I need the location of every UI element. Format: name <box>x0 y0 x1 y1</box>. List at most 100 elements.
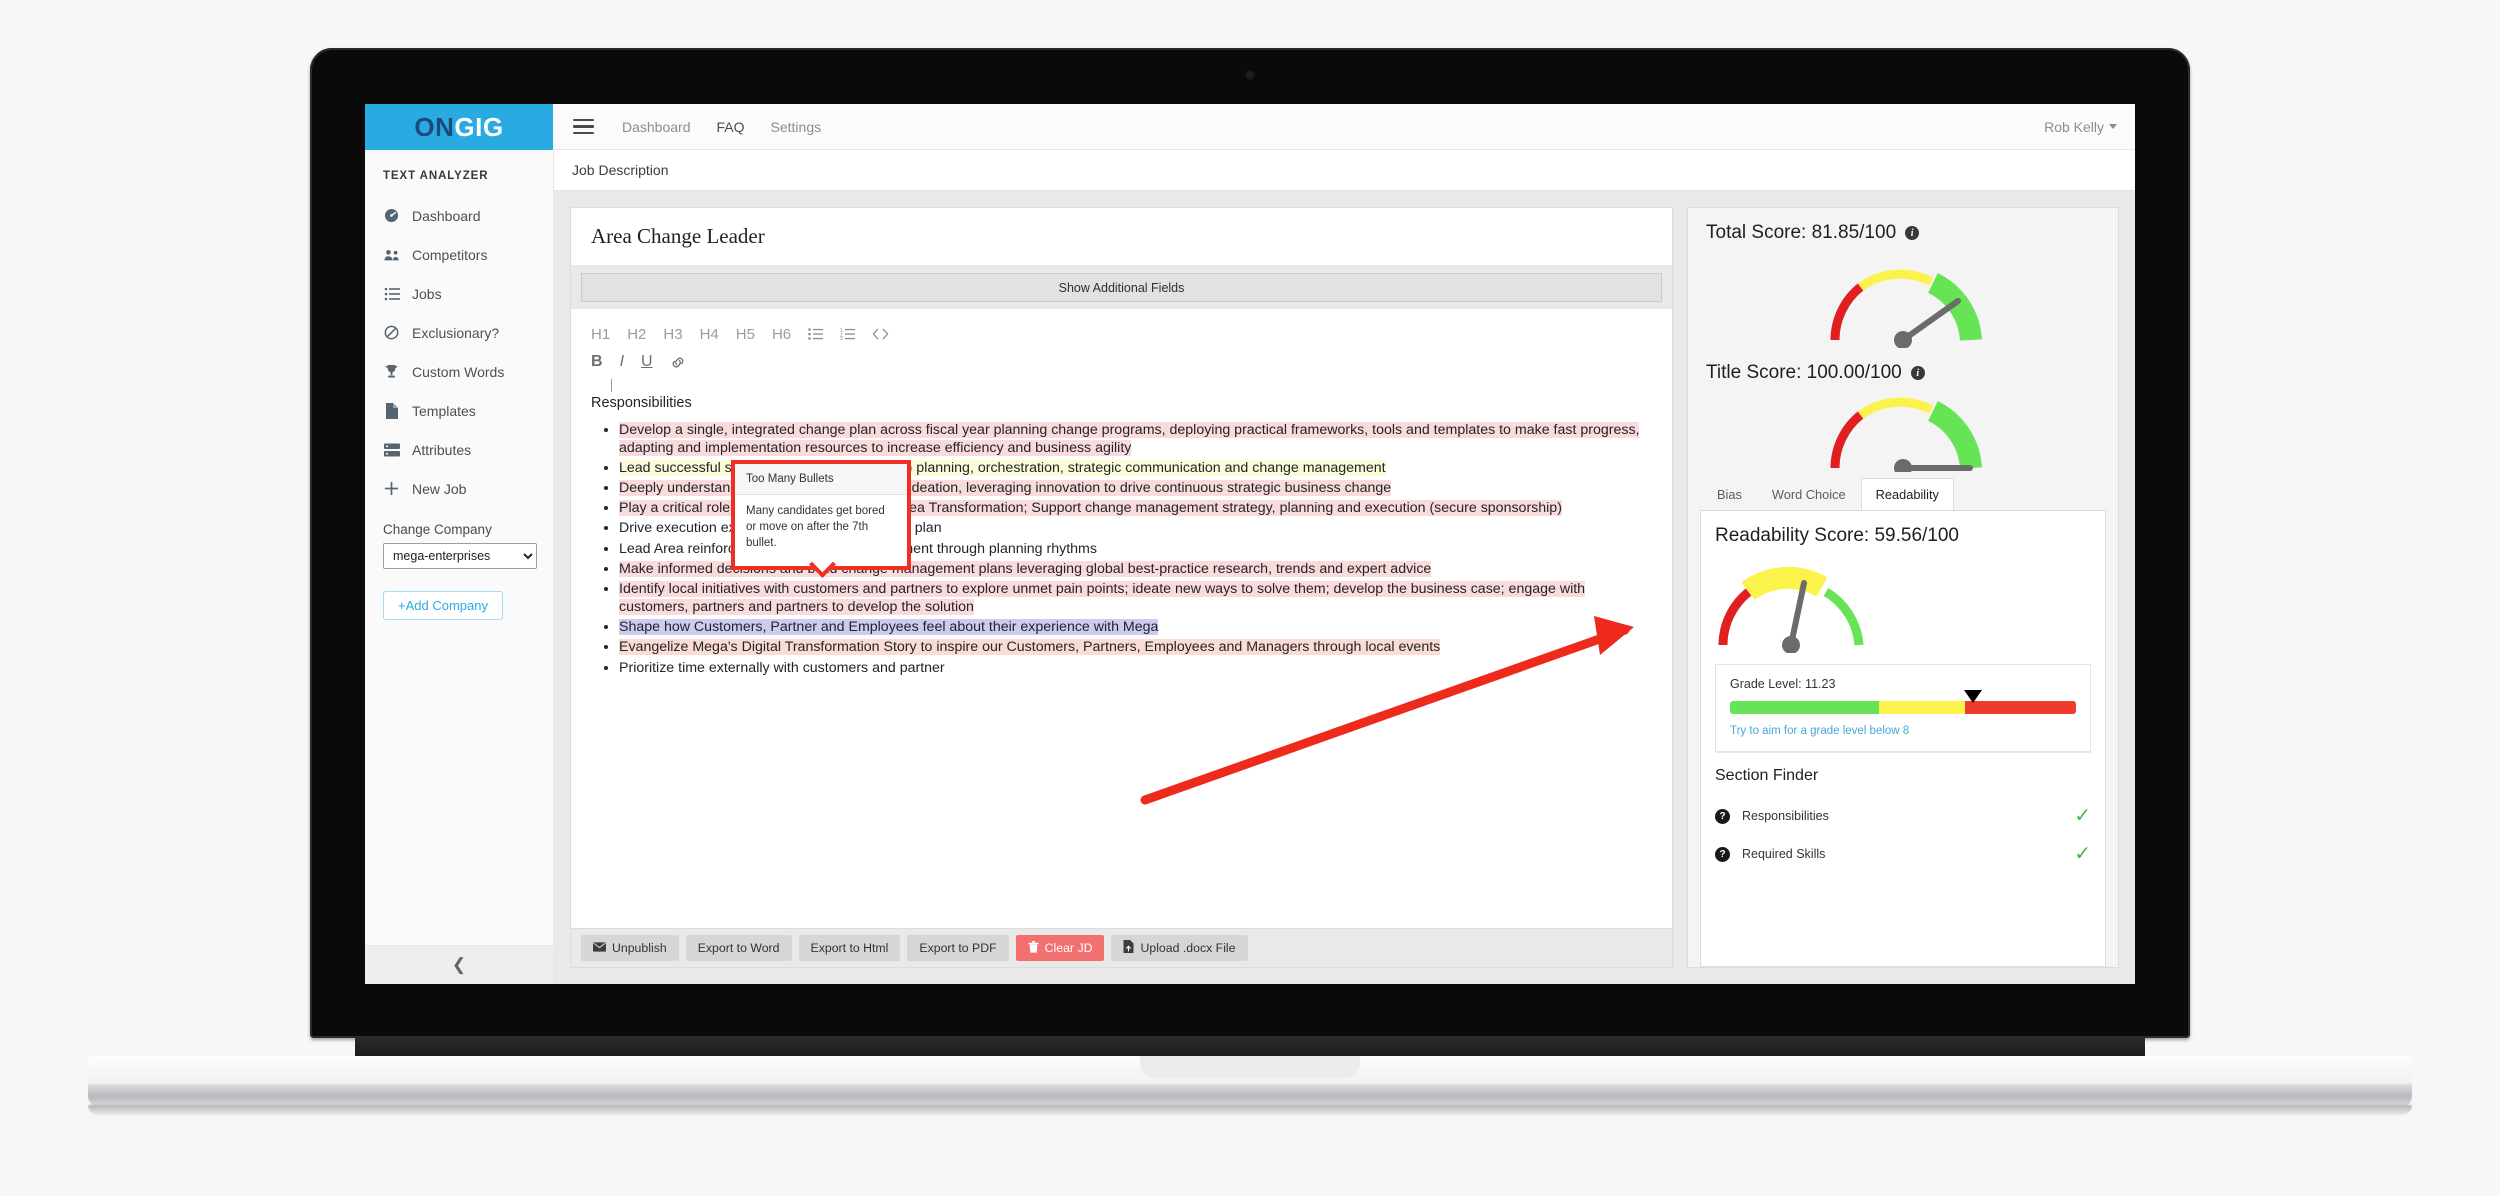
brand-gig: GIG <box>454 111 504 142</box>
tab-word-choice[interactable]: Word Choice <box>1757 478 1861 510</box>
heading-h3-button[interactable]: H3 <box>663 327 682 342</box>
info-icon[interactable]: i <box>1910 366 1925 380</box>
button-label: Upload .docx File <box>1140 941 1236 955</box>
too-many-bullets-tooltip: Too Many Bullets Many candidates get bor… <box>731 460 911 578</box>
clear-jd-button[interactable]: Clear JD <box>1015 935 1105 961</box>
page-title[interactable]: Area Change Leader <box>571 208 1672 266</box>
highlighted-text: Evangelize Mega's Digital Transformation… <box>619 639 1441 656</box>
hamburger-menu-icon[interactable] <box>571 115 596 138</box>
sidebar-item-label: Custom Words <box>412 363 505 380</box>
envelope-icon <box>593 941 606 955</box>
grade-level-hint: Try to aim for a grade level below 8 <box>1730 725 1910 737</box>
highlighted-text: Develop a single, integrated change plan… <box>619 421 1640 456</box>
responsibility-bullet: Prioritize time externally with customer… <box>619 659 1652 677</box>
score-panel: Total Score: 81.85/100 i Title Score: 10… <box>1687 207 2119 968</box>
readability-gauge <box>1718 566 1864 654</box>
sidebar-heading: TEXT ANALYZER <box>383 170 489 182</box>
tab-readability[interactable]: Readability <box>1860 478 1954 510</box>
nav-item-faq[interactable]: FAQ <box>717 119 745 135</box>
section-finder-title: Section Finder <box>1715 767 1819 784</box>
plus-icon <box>383 480 400 497</box>
formatting-row-headings: H1 H2 H3 H4 H5 H6 1 2 3 <box>591 321 1652 347</box>
export-to-html-button[interactable]: Export to Html <box>798 935 901 961</box>
help-icon[interactable]: ? <box>1715 808 1730 824</box>
unpublish-button[interactable]: Unpublish <box>581 935 679 961</box>
responsibility-bullet: Shape how Customers, Partner and Employe… <box>619 618 1652 636</box>
document-icon <box>383 402 400 419</box>
sidebar-item-label: Attributes <box>412 441 472 458</box>
app-viewport: ONGIG Dashboard FAQ Settings Rob Kelly T… <box>365 104 2135 984</box>
heading-h5-button[interactable]: H5 <box>736 327 755 342</box>
underline-button[interactable]: U <box>641 354 653 370</box>
sidebar-item-new-job[interactable]: New Job <box>365 469 553 508</box>
heading-h2-button[interactable]: H2 <box>627 327 646 342</box>
link-icon[interactable] <box>670 356 686 369</box>
show-additional-fields-button[interactable]: Show Additional Fields <box>581 273 1662 302</box>
upload-file-icon <box>1123 940 1134 956</box>
section-heading: Responsibilities <box>591 395 692 411</box>
heading-h4-button[interactable]: H4 <box>700 327 719 342</box>
nav-item-dashboard[interactable]: Dashboard <box>622 119 691 135</box>
formatting-toolbar: H1 H2 H3 H4 H5 H6 1 2 3 B I U <box>571 309 1672 394</box>
add-company-button[interactable]: +Add Company <box>383 591 503 620</box>
button-label: Unpublish <box>612 941 667 955</box>
title-score-label: Title Score: 100.00/100 <box>1706 362 1902 383</box>
export-to-word-button[interactable]: Export to Word <box>685 935 792 961</box>
sidebar-collapse-button[interactable]: ❮ <box>365 945 553 984</box>
top-strip: ONGIG Dashboard FAQ Settings Rob Kelly <box>365 104 2135 150</box>
bullet-list-icon[interactable] <box>808 328 824 340</box>
grade-band-hard <box>1965 701 2076 714</box>
readability-score-label: Readability Score: 59.56/100 <box>1715 525 1959 546</box>
export-to-pdf-button[interactable]: Export to PDF <box>907 935 1009 961</box>
chevron-down-icon <box>2109 124 2117 129</box>
grade-band-easy <box>1730 701 1879 714</box>
nav-item-settings[interactable]: Settings <box>771 119 822 135</box>
ban-icon <box>383 324 400 341</box>
highlighted-text: Identify local initiatives with customer… <box>619 580 1586 616</box>
italic-button[interactable]: I <box>620 354 624 370</box>
laptop-foot <box>88 1105 2412 1115</box>
numbered-list-icon[interactable]: 123 <box>840 328 856 340</box>
section-finder-row[interactable]: ? Responsibilities ✓ <box>1715 797 2091 835</box>
title-score-gauge <box>1830 397 1982 472</box>
sidebar: TEXT ANALYZER Dashboard Competitors Jobs… <box>365 150 554 984</box>
sidebar-item-dashboard[interactable]: Dashboard <box>365 196 553 235</box>
sidebar-item-competitors[interactable]: Competitors <box>365 235 553 274</box>
sidebar-item-attributes[interactable]: Attributes <box>365 430 553 469</box>
change-company-label: Change Company <box>383 522 492 537</box>
grade-level-track[interactable] <box>1730 690 2076 714</box>
sidebar-item-exclusionary[interactable]: Exclusionary? <box>365 313 553 352</box>
sidebar-item-label: Dashboard <box>412 207 481 224</box>
bold-button[interactable]: B <box>591 354 603 370</box>
section-label: Responsibilities <box>1742 809 1829 823</box>
top-navbar: Dashboard FAQ Settings Rob Kelly <box>553 104 2135 150</box>
trophy-icon <box>383 363 400 380</box>
brand-logo[interactable]: ONGIG <box>365 104 553 150</box>
upload-docx-button[interactable]: Upload .docx File <box>1111 935 1248 961</box>
formatting-row-inline: B I U <box>591 349 1652 375</box>
brand-on: ON <box>414 111 455 142</box>
server-icon <box>383 441 400 458</box>
sidebar-item-custom-words[interactable]: Custom Words <box>365 352 553 391</box>
help-icon[interactable]: ? <box>1715 846 1730 862</box>
section-finder-row[interactable]: ? Required Skills ✓ <box>1715 835 2091 873</box>
breadcrumb-label: Job Description <box>572 162 669 178</box>
sidebar-item-jobs[interactable]: Jobs <box>365 274 553 313</box>
heading-h6-button[interactable]: H6 <box>772 327 791 342</box>
heading-h1-button[interactable]: H1 <box>591 327 610 342</box>
webcam-icon <box>1245 70 1255 80</box>
sidebar-item-templates[interactable]: Templates <box>365 391 553 430</box>
highlighted-text: Shape how Customers, Partner and Employe… <box>619 619 1159 636</box>
sidebar-item-label: Exclusionary? <box>412 324 500 341</box>
responsibility-bullet: Identify local initiatives with customer… <box>619 580 1652 616</box>
sidebar-item-label: Competitors <box>412 246 488 263</box>
workspace: Area Change Leader Show Additional Field… <box>554 191 2135 984</box>
check-icon: ✓ <box>2074 843 2091 865</box>
code-icon[interactable] <box>872 328 889 340</box>
info-icon[interactable]: i <box>1905 226 1920 240</box>
company-select[interactable]: mega-enterprises <box>383 543 537 569</box>
readability-pane: Readability Score: 59.56/100 Grade Level… <box>1700 510 2106 967</box>
user-menu[interactable]: Rob Kelly <box>2044 119 2117 135</box>
tab-bias[interactable]: Bias <box>1702 478 1757 510</box>
bullet-text: Prioritize time externally with customer… <box>619 659 945 676</box>
